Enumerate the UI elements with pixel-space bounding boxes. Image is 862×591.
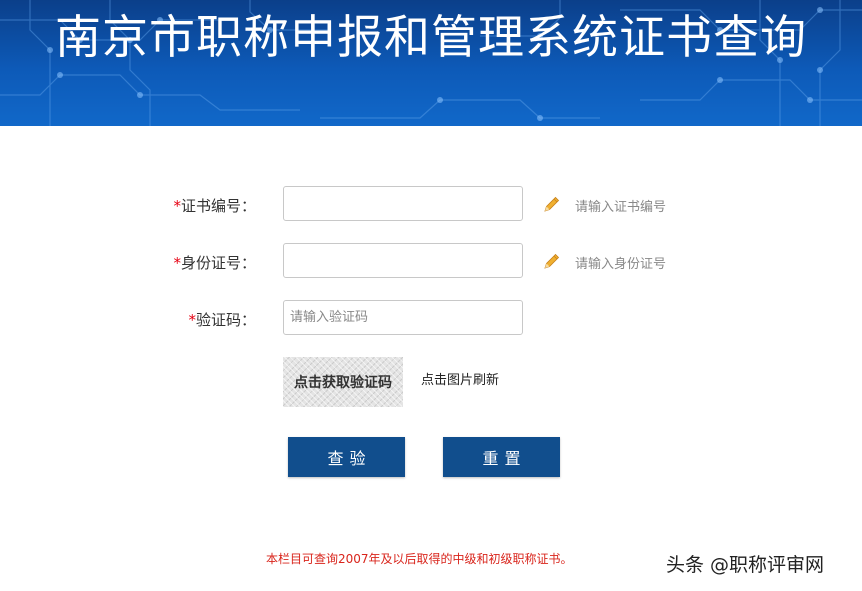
id-number-row: *身份证号： 请输入身份证号	[0, 243, 862, 281]
captcha-row: *验证码：	[0, 300, 862, 338]
id-number-label: *身份证号：	[173, 252, 256, 273]
certificate-number-row: *证书编号： 请输入证书编号	[0, 186, 862, 224]
certificate-number-input[interactable]	[283, 186, 523, 221]
required-mark: *	[188, 311, 196, 329]
watermark: 头条 @职称评审网	[666, 554, 825, 576]
captcha-input[interactable]	[283, 300, 523, 335]
certificate-number-label-text: 证书编号：	[180, 197, 256, 215]
captcha-label-text: 验证码：	[195, 311, 256, 329]
id-number-input[interactable]	[283, 243, 523, 278]
refresh-captcha-link[interactable]: 点击图片刷新	[421, 369, 499, 388]
captcha-label: *验证码：	[188, 309, 256, 330]
certificate-number-label: *证书编号：	[173, 195, 256, 216]
pencil-icon	[544, 253, 560, 269]
certificate-number-hint: 请输入证书编号	[575, 200, 667, 215]
query-button[interactable]: 查验	[288, 437, 405, 477]
required-mark: *	[173, 254, 181, 272]
captcha-image[interactable]: 点击获取验证码	[283, 357, 403, 407]
required-mark: *	[173, 197, 181, 215]
header-banner: 南京市职称申报和管理系统证书查询	[0, 0, 862, 126]
reset-button[interactable]: 重置	[443, 437, 560, 477]
id-number-label-text: 身份证号：	[180, 254, 256, 272]
captcha-image-text: 点击获取验证码	[294, 375, 392, 391]
pencil-icon	[544, 196, 560, 212]
notice-text: 本栏目可查询2007年及以后取得的中级和初级职称证书。	[266, 552, 573, 566]
page-title: 南京市职称申报和管理系统证书查询	[55, 10, 807, 64]
id-number-hint: 请输入身份证号	[575, 257, 667, 272]
